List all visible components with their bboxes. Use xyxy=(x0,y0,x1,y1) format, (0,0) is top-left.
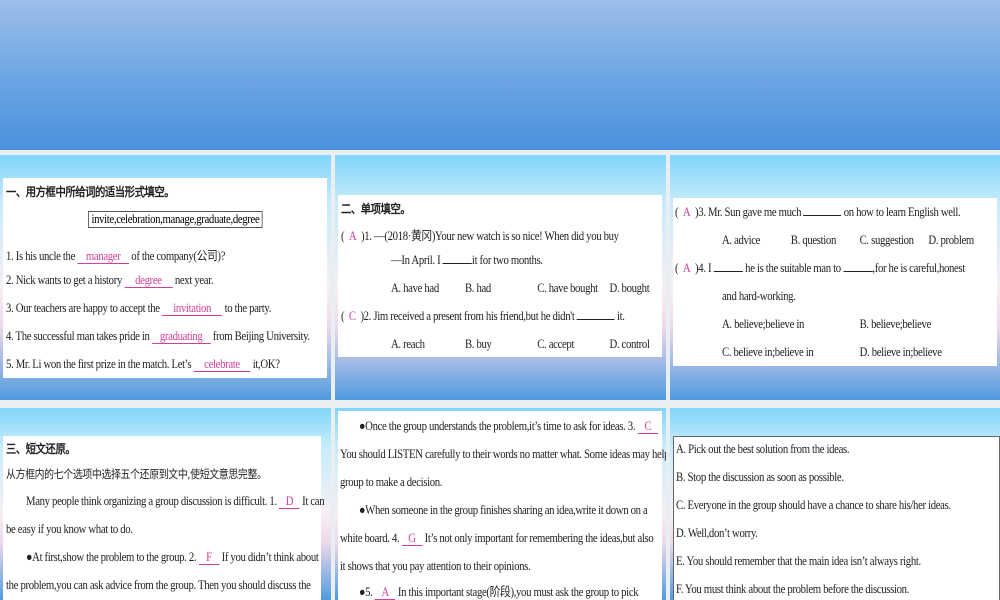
content-box xyxy=(3,436,321,600)
question-3: ( A )3. Mr. Sun gave me much on how to l… xyxy=(675,205,961,219)
option-e: E. You should remember that the main ide… xyxy=(676,554,921,568)
text-line: white board. 4. G It’s not only importan… xyxy=(340,531,654,546)
question-2-options: A. reach B. buy C. accept D. control xyxy=(391,337,650,351)
option-b: B. Stop the discussion as soon as possib… xyxy=(676,470,844,484)
top-banner xyxy=(0,0,1000,150)
section-title: 三、短文还原。 xyxy=(6,442,76,456)
paragraph-1-end: be easy if you know what to do. xyxy=(6,522,133,536)
question-4-options-cd: C. believe in;believe in D. believe in;be… xyxy=(722,345,942,359)
text-line: ●When someone in the group finishes shar… xyxy=(359,503,648,517)
options-box xyxy=(673,436,1000,600)
item-2: 2. Nick wants to get a history degree ne… xyxy=(6,273,214,288)
slide-5[interactable]: ●Once the group understands the problem,… xyxy=(335,408,666,600)
option-f: F. You must think about the problem befo… xyxy=(676,582,910,596)
paragraph-3: ●Once the group understands the problem,… xyxy=(359,419,659,434)
option-c: C. Everyone in the group should have a c… xyxy=(676,498,951,512)
option-a: A. Pick out the best solution from the i… xyxy=(676,442,850,456)
slide-2[interactable]: 二、单项填空。 ( A )1. —(2018·黄冈)Your new watch… xyxy=(335,155,666,400)
item-4: 4. The successful man takes pride in gra… xyxy=(6,329,310,344)
item-3: 3. Our teachers are happy to accept the … xyxy=(6,301,272,316)
question-4: ( A )4. I he is the suitable man to ,for… xyxy=(675,261,965,275)
slide-3[interactable]: ( A )3. Mr. Sun gave me much on how to l… xyxy=(670,155,1000,400)
paragraph-2: ●At first,show the problem to the group.… xyxy=(26,550,319,565)
text-line: ●5. A In this important stage(阶段),you mu… xyxy=(359,585,639,600)
paragraph-1: Many people think organizing a group dis… xyxy=(26,494,325,509)
slide-4[interactable]: 三、短文还原。 从方框内的七个选项中选择五个还原到文中,使短文意思完整。 Man… xyxy=(0,408,331,600)
paragraph-2-cont: the problem,you can ask advice from the … xyxy=(6,578,311,592)
item-1: 1. Is his uncle the manager of the compa… xyxy=(6,249,226,264)
instructions: 从方框内的七个选项中选择五个还原到文中,使短文意思完整。 xyxy=(6,467,267,481)
section-title: 二、单项填空。 xyxy=(341,202,411,216)
question-4-line2: and hard-working. xyxy=(722,289,796,303)
content-box xyxy=(338,195,662,357)
word-box: invite,celebration,manage,graduate,degre… xyxy=(88,211,263,228)
text-line: group to make a decision. xyxy=(340,475,443,489)
text-line: You should LISTEN carefully to their wor… xyxy=(340,447,666,461)
item-5: 5. Mr. Li won the first prize in the mat… xyxy=(6,357,280,372)
content-box xyxy=(673,198,997,366)
question-1-options: A. have had B. had C. have bought D. bought xyxy=(391,281,650,295)
question-3-options: A. advice B. question C. suggestion D. prob… xyxy=(722,233,974,247)
slide-1[interactable]: 一、用方框中所给词的适当形式填空。 invite,celebration,man… xyxy=(0,155,331,400)
section-title: 一、用方框中所给词的适当形式填空。 xyxy=(6,185,175,199)
question-2: ( C )2. Jim received a present from his … xyxy=(341,309,625,323)
slide-6[interactable]: A. Pick out the best solution from the i… xyxy=(670,408,1000,600)
question-1-line2: —In April. I it for two months. xyxy=(391,253,543,267)
option-d: D. Well,don’t worry. xyxy=(676,526,758,540)
question-1: ( A )1. —(2018·黄冈)Your new watch is so n… xyxy=(341,229,619,243)
question-4-options-ab: A. believe;believe in B. believe;believe xyxy=(722,317,932,331)
text-line: it shows that you pay attention to their… xyxy=(340,559,531,573)
